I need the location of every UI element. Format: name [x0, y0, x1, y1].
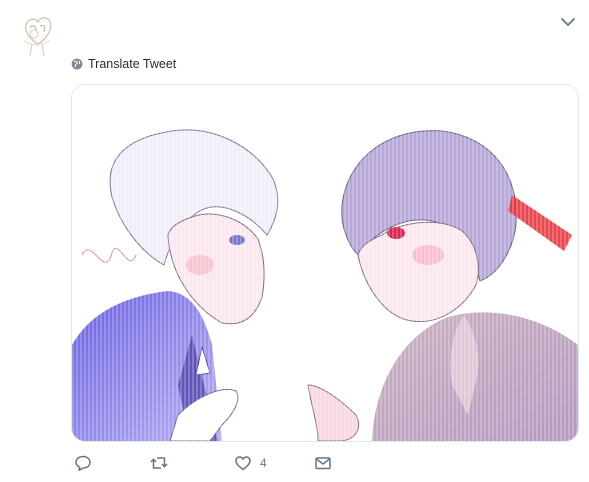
avatar[interactable] [18, 10, 58, 58]
reply-icon [75, 455, 91, 471]
tweet-actions: 4 [74, 454, 374, 474]
retweet-icon [150, 457, 168, 469]
share-button[interactable] [314, 454, 332, 472]
share-mail-icon [315, 457, 331, 470]
media-illustration [72, 85, 578, 441]
chevron-down-icon[interactable] [558, 12, 578, 32]
globe-icon [71, 58, 83, 70]
avatar-sketch [23, 17, 52, 57]
like-count: 4 [260, 456, 267, 470]
reply-button[interactable] [74, 454, 100, 472]
retweet-button[interactable] [150, 454, 176, 472]
like-icon [235, 456, 251, 471]
translate-label: Translate Tweet [88, 57, 177, 71]
like-button[interactable]: 4 [234, 454, 267, 472]
translate-tweet-link[interactable]: Translate Tweet [71, 57, 176, 71]
tweet-media[interactable] [71, 84, 579, 442]
